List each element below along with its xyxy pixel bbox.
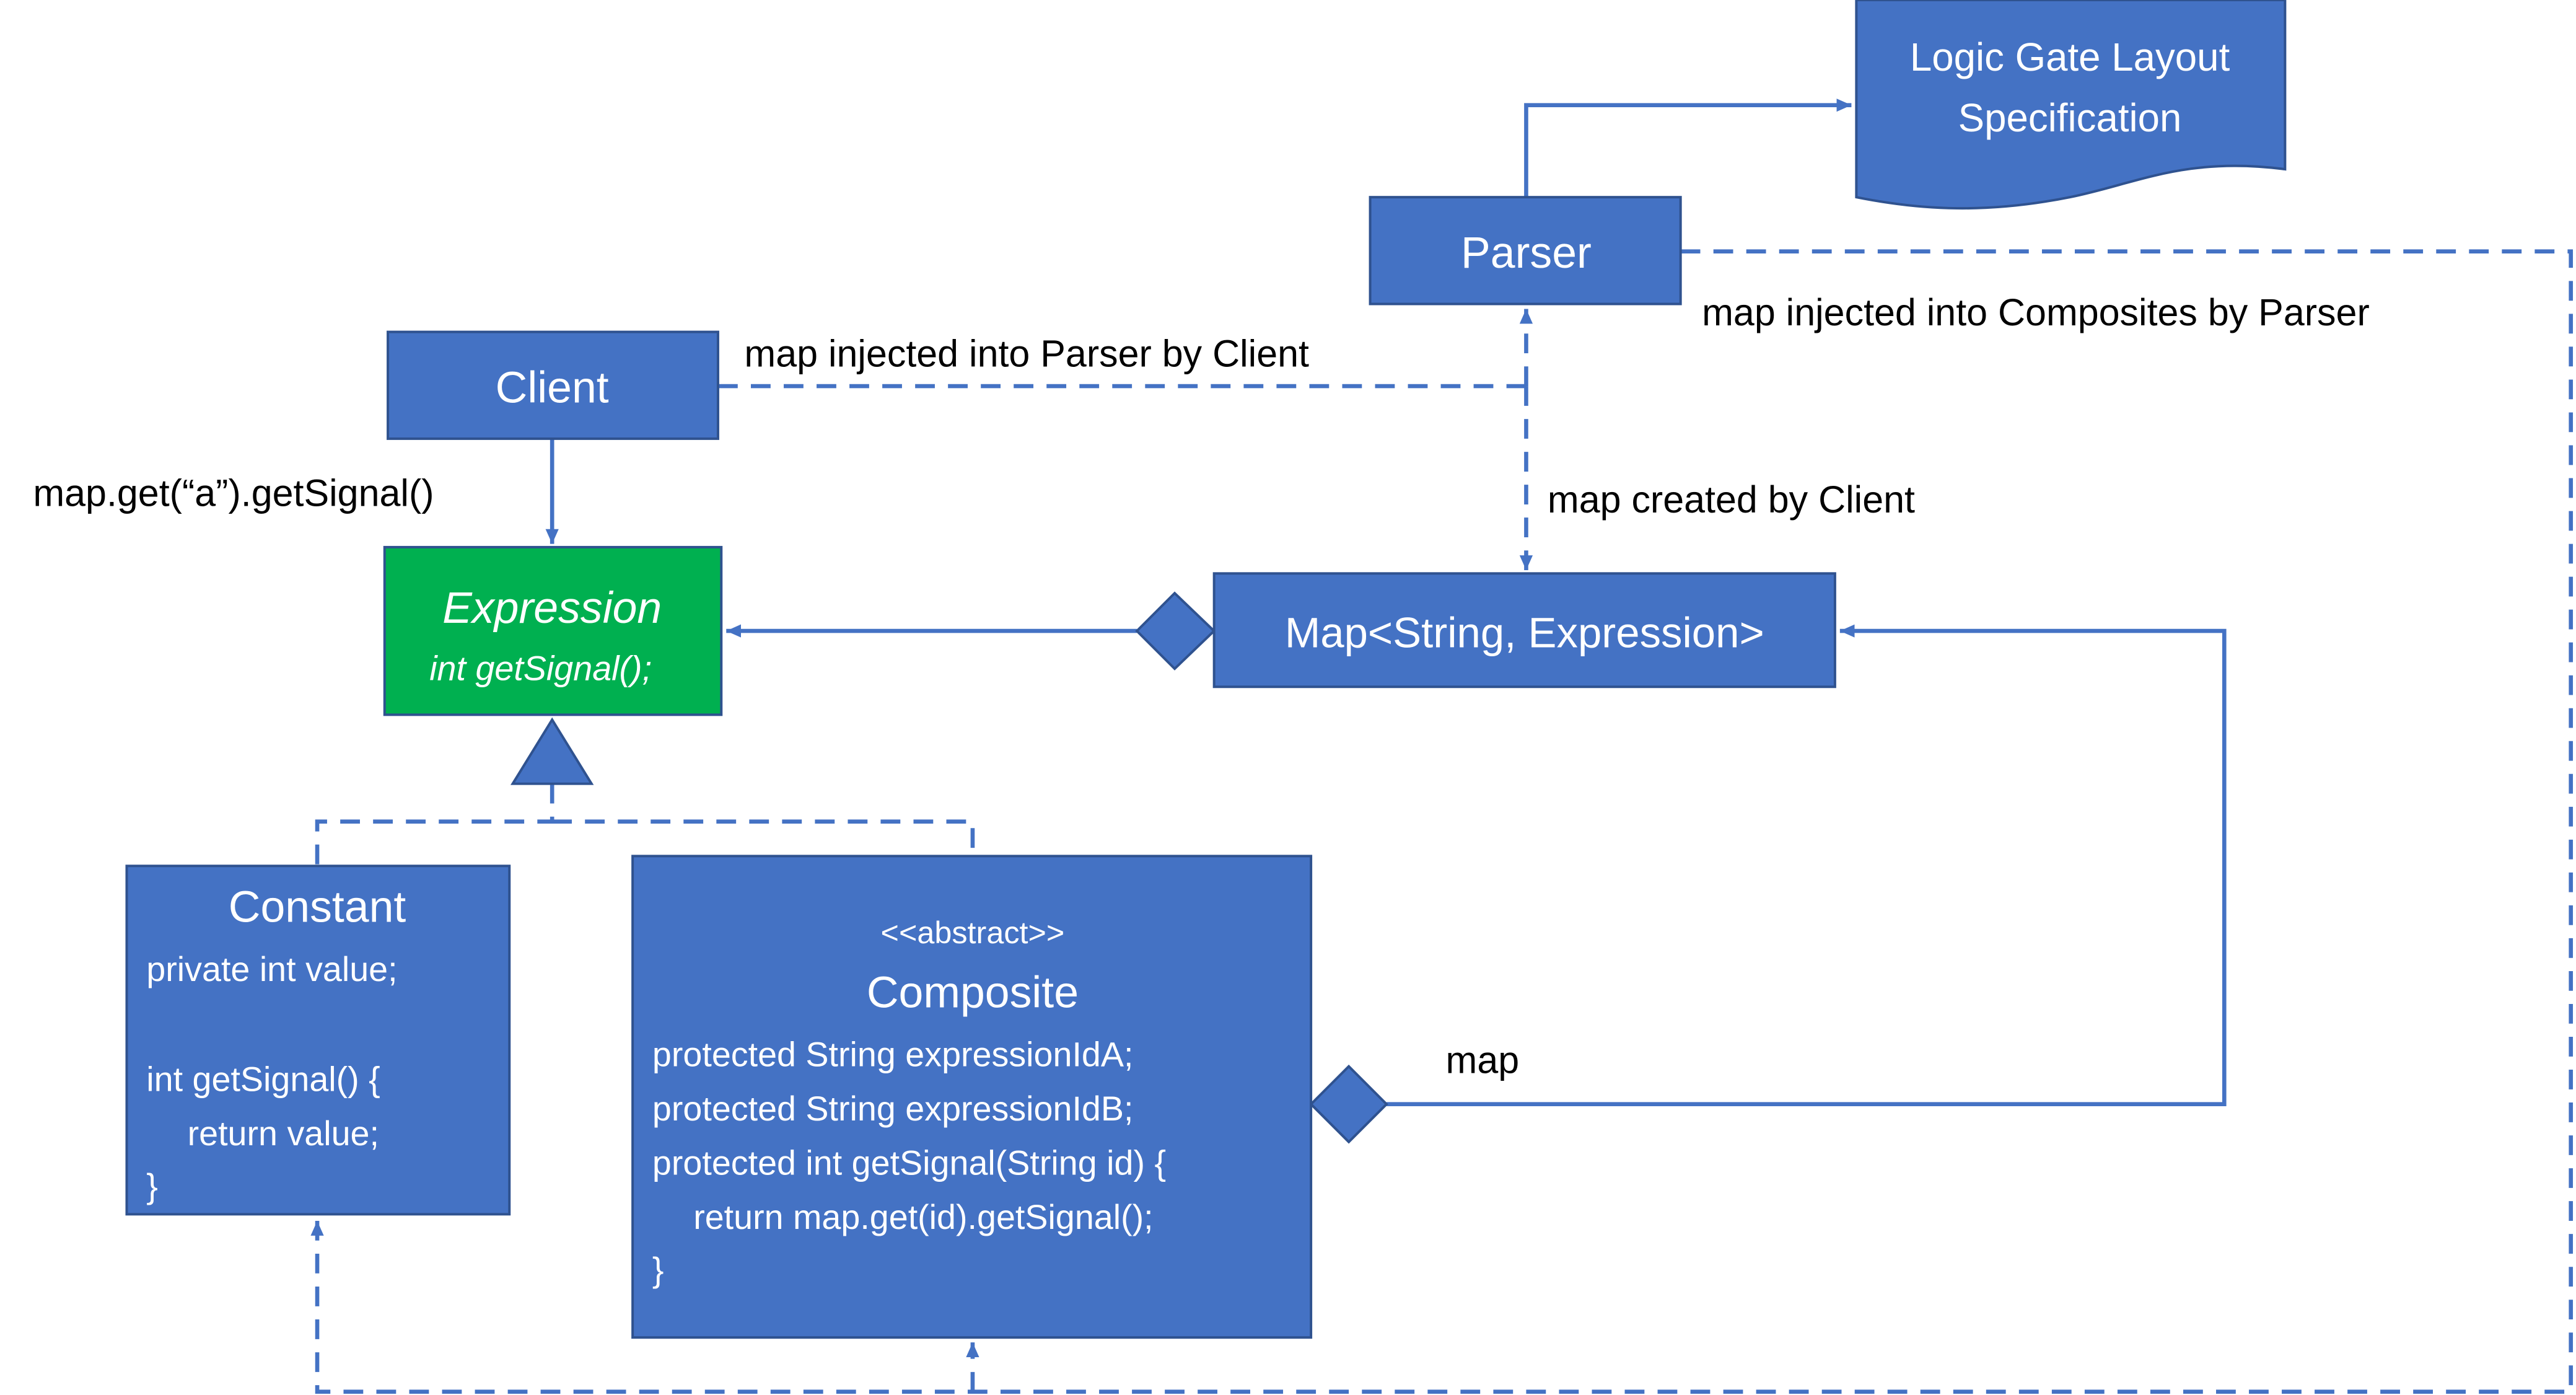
document-title-line1: Logic Gate Layout xyxy=(1910,35,2230,79)
label-injected-parser: map injected into Parser by Client xyxy=(744,332,1309,374)
realization-lines xyxy=(315,783,975,866)
composite-method: protected int getSignal(String id) { xyxy=(652,1144,1166,1182)
map-label: Map<String, Expression> xyxy=(1285,609,1764,657)
map-class: Map<String, Expression> xyxy=(1212,572,1836,689)
client-class: Client xyxy=(387,330,719,440)
realization-triangle xyxy=(510,717,594,785)
label-get-signal-call: map.get(“a”).getSignal() xyxy=(33,472,434,514)
map-aggregation-diamond xyxy=(1135,591,1216,671)
document-title-line2: Specification xyxy=(1958,96,2182,140)
composite-to-map-association xyxy=(1387,624,2227,1107)
composite-stereotype: <<abstract>> xyxy=(881,915,1065,950)
document-logic-gate-layout-specification: Logic Gate Layout Specification xyxy=(1855,0,2287,210)
parser-label: Parser xyxy=(1461,228,1592,278)
composite-aggregation-diamond xyxy=(1309,1064,1388,1144)
label-map: map xyxy=(1446,1039,1520,1081)
composite-class: <<abstract>> Composite protected String … xyxy=(631,855,1313,1339)
composite-field-a: protected String expressionIdA; xyxy=(652,1036,1134,1074)
composite-method-body: return map.get(id).getSignal(); xyxy=(693,1198,1153,1236)
expression-method: int getSignal(); xyxy=(429,649,652,688)
parser-to-document-arrow xyxy=(1524,99,1852,198)
label-map-created: map created by Client xyxy=(1548,478,1915,521)
expression-name: Expression xyxy=(442,583,662,633)
label-injected-composites: map injected into Composites by Parser xyxy=(1702,291,2370,333)
parser-class: Parser xyxy=(1369,196,1682,306)
composite-name: Composite xyxy=(867,967,1079,1017)
constant-method-body: return value; xyxy=(188,1114,379,1153)
constant-method-end: } xyxy=(146,1167,158,1205)
client-label: Client xyxy=(496,363,609,413)
constant-name: Constant xyxy=(229,882,406,931)
constant-class: Constant private int value; int getSigna… xyxy=(125,865,511,1216)
constant-field: private int value; xyxy=(146,950,397,988)
composite-method-end: } xyxy=(652,1251,664,1289)
composite-field-b: protected String expressionIdB; xyxy=(652,1089,1134,1128)
constant-method: int getSignal() { xyxy=(146,1060,380,1098)
class-diagram: Logic Gate Layout Specification Parser C… xyxy=(33,0,2574,1394)
expression-interface: Expression int getSignal(); xyxy=(383,545,723,716)
